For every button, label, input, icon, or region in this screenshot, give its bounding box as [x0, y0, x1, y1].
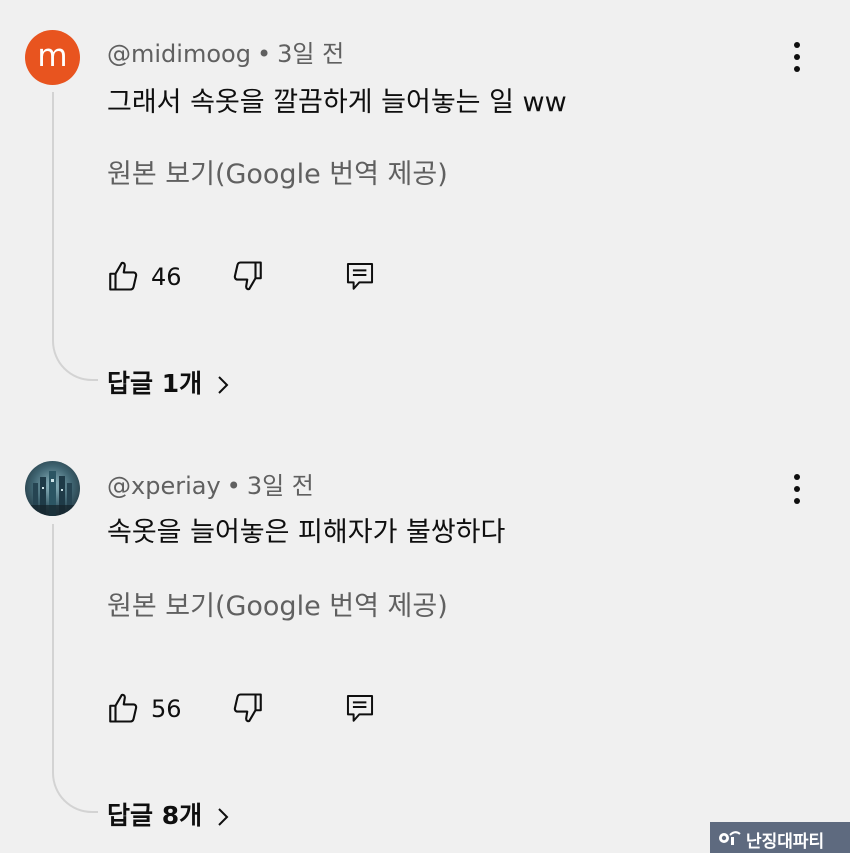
- reply-comment-icon: [346, 694, 374, 722]
- see-original-link[interactable]: 원본 보기(Google 번역 제공): [107, 584, 448, 623]
- replies-count-label: 답글 8개: [107, 801, 203, 830]
- watermark-text: 난징대파티: [746, 832, 825, 852]
- more-options-button[interactable]: [780, 469, 814, 509]
- dislike-button[interactable]: [230, 689, 266, 731]
- comment-actions: 56: [105, 689, 385, 729]
- comment-meta: @xperiay • 3일 전: [107, 466, 314, 501]
- chevron-right-icon: [218, 808, 229, 826]
- thread-line: [52, 524, 98, 813]
- comment-username[interactable]: @xperiay: [107, 472, 221, 500]
- watermark-logo-icon: [719, 831, 741, 845]
- avatar[interactable]: [25, 461, 80, 516]
- view-replies-button[interactable]: 답글 8개: [107, 796, 230, 832]
- comment-item: @xperiay • 3일 전 속옷을 늘어놓은 피해자가 불쌍하다 원본 보기(G…: [0, 0, 850, 853]
- more-vert-icon: [794, 474, 800, 480]
- thumbs-up-icon: [109, 693, 138, 723]
- like-button[interactable]: [105, 689, 141, 731]
- like-count: 56: [151, 695, 182, 723]
- thumbs-down-icon: [233, 693, 262, 723]
- site-watermark: 난징대파티: [710, 822, 850, 853]
- avatar-image: [25, 461, 80, 516]
- meta-separator: •: [226, 472, 241, 500]
- comment-time: 3일 전: [246, 472, 314, 500]
- reply-button[interactable]: [343, 689, 377, 731]
- comment-text: 속옷을 늘어놓은 피해자가 불쌍하다: [107, 517, 506, 548]
